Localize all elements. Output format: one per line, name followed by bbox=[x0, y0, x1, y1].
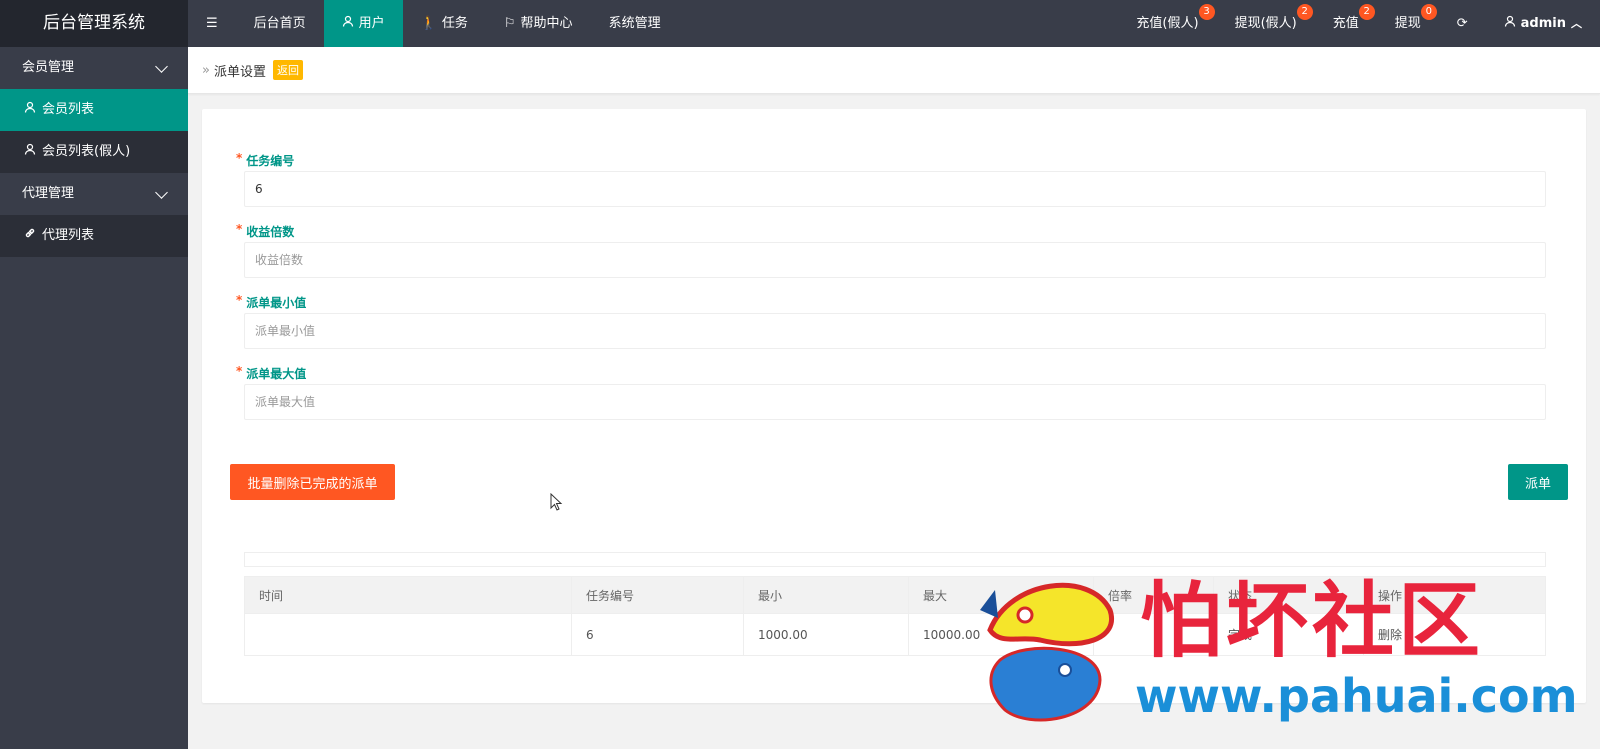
sidebar-item-label: 会员列表 bbox=[42, 102, 95, 117]
required-mark: * bbox=[236, 222, 243, 236]
sidebar-item-member-list[interactable]: 会员列表 bbox=[0, 89, 188, 131]
chevron-up-icon: ︿ bbox=[1571, 17, 1582, 30]
refresh-button[interactable]: ⟳ bbox=[1439, 0, 1486, 47]
link-icon bbox=[24, 215, 36, 257]
col-header-min: 最小 bbox=[743, 576, 909, 614]
flag-icon: ⚐ bbox=[503, 16, 516, 31]
multiplier-input[interactable] bbox=[244, 242, 1546, 278]
nav-recharge-label: 充值 bbox=[1332, 16, 1359, 31]
nav-help-label: 帮助中心 bbox=[520, 16, 573, 31]
sidebar-item-member-list-fake[interactable]: 会员列表(假人) bbox=[0, 131, 188, 173]
user-menu[interactable]: admin ︿ bbox=[1486, 0, 1600, 47]
batch-delete-button[interactable]: 批量删除已完成的派单 bbox=[230, 464, 395, 500]
form-card: *任务编号 *收益倍数 *派单最小值 *派单最大值 批量删除已完成的派单 派单 … bbox=[202, 109, 1586, 703]
col-header-task-id: 任务编号 bbox=[571, 576, 744, 614]
dispatch-button[interactable]: 派单 bbox=[1508, 464, 1568, 500]
cell-status: 完成 bbox=[1213, 613, 1364, 656]
chevron-down-icon bbox=[155, 59, 168, 73]
cell-task-id: 6 bbox=[571, 613, 744, 656]
field-label-task-id: * 任务编号 bbox=[236, 151, 295, 169]
cell-max: 10000.00 bbox=[908, 613, 1094, 656]
field-label-min: * 派单最小值 bbox=[236, 293, 307, 311]
sidebar-group-label: 会员管理 bbox=[22, 60, 75, 75]
nav-home-label: 后台首页 bbox=[253, 16, 306, 31]
mouse-cursor-icon bbox=[550, 493, 563, 511]
nav-help[interactable]: ⚐ 帮助中心 bbox=[486, 0, 591, 47]
table-header-row: 时间 任务编号 最小 最大 倍率 状态 操作 bbox=[244, 576, 1546, 614]
sidebar-item-label: 会员列表(假人) bbox=[42, 144, 131, 159]
top-right-nav: 充值(假人) 3 提现(假人) 2 充值 2 提现 0 ⟳ admin ︿ bbox=[1118, 0, 1600, 47]
field-label-max: * 派单最大值 bbox=[236, 364, 307, 382]
chevron-down-icon bbox=[155, 185, 168, 199]
field-label-text: 派单最大值 bbox=[246, 367, 307, 381]
sidebar-item-agent-list[interactable]: 代理列表 bbox=[0, 215, 188, 257]
required-mark: * bbox=[236, 151, 243, 165]
back-button[interactable]: 返回 bbox=[272, 60, 303, 80]
field-label-text: 收益倍数 bbox=[246, 225, 295, 239]
menu-lines-icon: ☰ bbox=[206, 16, 218, 31]
delete-link[interactable]: 删除 bbox=[1363, 613, 1546, 656]
col-header-rate: 倍率 bbox=[1093, 576, 1214, 614]
dispatch-table: 时间 任务编号 最小 最大 倍率 状态 操作 6 1000.00 10000.0… bbox=[244, 576, 1546, 656]
walk-icon: 🚶 bbox=[420, 16, 437, 31]
table-toolbar bbox=[244, 552, 1546, 567]
nav-home[interactable]: 后台首页 bbox=[236, 0, 324, 47]
required-mark: * bbox=[236, 293, 243, 307]
nav-recharge[interactable]: 充值 2 bbox=[1315, 0, 1377, 47]
sidebar-group-agents[interactable]: 代理管理 bbox=[0, 173, 188, 215]
page-title: 派单设置 bbox=[213, 64, 266, 80]
breadcrumb: » 派单设置 返回 bbox=[188, 47, 1600, 94]
nav-tasks[interactable]: 🚶 任务 bbox=[403, 0, 486, 47]
user-icon bbox=[24, 89, 36, 131]
max-value-input[interactable] bbox=[244, 384, 1546, 420]
col-header-max: 最大 bbox=[908, 576, 1094, 614]
count-badge: 0 bbox=[1420, 4, 1437, 20]
cell-rate bbox=[1093, 613, 1214, 656]
nav-withdraw-label: 提现 bbox=[1394, 16, 1421, 31]
user-icon bbox=[342, 0, 354, 47]
field-label-text: 派单最小值 bbox=[246, 296, 307, 310]
nav-system[interactable]: 系统管理 bbox=[591, 0, 679, 47]
sidebar-item-label: 代理列表 bbox=[42, 228, 95, 243]
count-badge: 2 bbox=[1296, 4, 1313, 20]
min-value-input[interactable] bbox=[244, 313, 1546, 349]
col-header-time: 时间 bbox=[244, 576, 572, 614]
count-badge: 2 bbox=[1358, 4, 1375, 20]
cell-time bbox=[244, 613, 572, 656]
nav-users[interactable]: 用户 bbox=[323, 0, 403, 47]
top-header: 后台管理系统 ☰ 后台首页 用户 🚶 任务 ⚐ 帮助中心 系统管理 充值(假人)… bbox=[0, 0, 1600, 47]
user-icon bbox=[24, 131, 36, 173]
table-row: 6 1000.00 10000.00 完成 删除 bbox=[244, 613, 1546, 656]
top-nav: ☰ 后台首页 用户 🚶 任务 ⚐ 帮助中心 系统管理 bbox=[188, 0, 679, 47]
sidebar: 会员管理 会员列表 会员列表(假人) 代理管理 代理列表 bbox=[0, 47, 188, 749]
cell-min: 1000.00 bbox=[743, 613, 909, 656]
nav-recharge-fake-label: 充值(假人) bbox=[1136, 16, 1199, 31]
field-label-multiplier: * 收益倍数 bbox=[236, 222, 295, 240]
sidebar-group-label: 代理管理 bbox=[22, 186, 75, 201]
col-header-status: 状态 bbox=[1213, 576, 1364, 614]
nav-users-label: 用户 bbox=[358, 16, 385, 31]
nav-recharge-fake[interactable]: 充值(假人) 3 bbox=[1118, 0, 1216, 47]
nav-tasks-label: 任务 bbox=[441, 16, 468, 31]
refresh-icon: ⟳ bbox=[1456, 16, 1468, 31]
user-name: admin bbox=[1520, 16, 1566, 31]
menu-toggle-button[interactable]: ☰ bbox=[188, 0, 236, 47]
required-mark: * bbox=[236, 364, 243, 378]
nav-withdraw[interactable]: 提现 0 bbox=[1377, 0, 1439, 47]
nav-system-label: 系统管理 bbox=[608, 16, 661, 31]
count-badge: 3 bbox=[1198, 4, 1215, 20]
app-logo-title: 后台管理系统 bbox=[0, 0, 188, 47]
user-icon bbox=[1504, 0, 1516, 47]
nav-withdraw-fake-label: 提现(假人) bbox=[1234, 16, 1297, 31]
sidebar-group-members[interactable]: 会员管理 bbox=[0, 47, 188, 89]
field-label-text: 任务编号 bbox=[246, 154, 295, 168]
double-chevron-right-icon: » bbox=[202, 62, 210, 78]
nav-withdraw-fake[interactable]: 提现(假人) 2 bbox=[1217, 0, 1315, 47]
task-id-input[interactable] bbox=[244, 171, 1546, 207]
col-header-action: 操作 bbox=[1363, 576, 1546, 614]
